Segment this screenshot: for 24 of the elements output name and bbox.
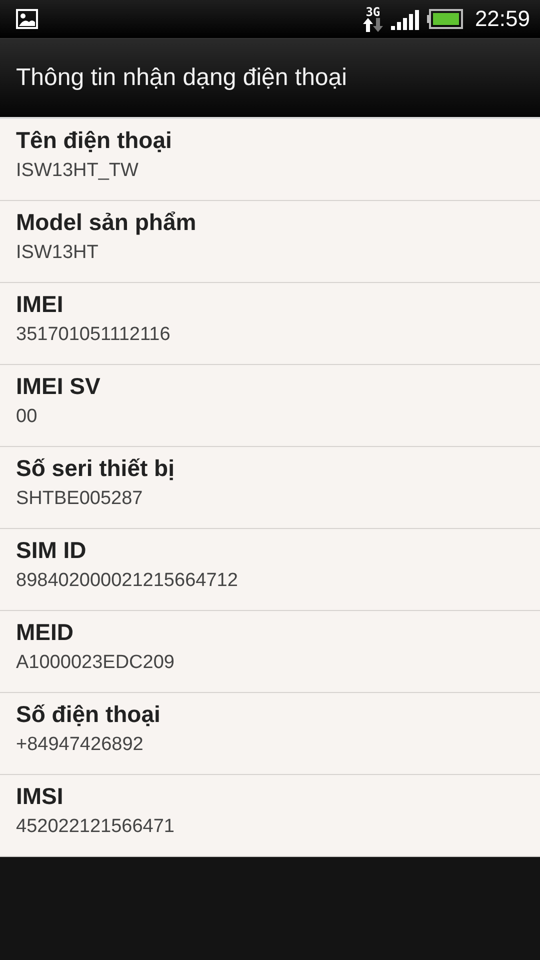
info-label: IMEI: [16, 291, 64, 318]
info-label: IMEI SV: [16, 373, 102, 400]
screen-title: Thông tin nhận dạng điện thoại: [16, 64, 347, 92]
info-label: MEID: [16, 619, 74, 646]
data-indicator: 3G: [362, 6, 383, 32]
info-value: 00: [16, 406, 38, 428]
signal-icon: [390, 8, 419, 30]
picture-icon: [16, 9, 38, 29]
battery-icon: [426, 9, 463, 29]
clock-time: 22:59: [474, 6, 530, 32]
info-value: ISW13HT_TW: [16, 160, 140, 182]
info-value: 898402000021215664712: [16, 570, 239, 592]
info-label: Tên điện thoại: [16, 127, 173, 154]
info-value: +84947426892: [16, 734, 144, 756]
info-label: IMSI: [16, 783, 64, 810]
info-label: Số điện thoại: [16, 701, 162, 728]
info-value: 452022121566471: [16, 816, 176, 838]
info-value: SHTBE005287: [16, 488, 144, 510]
info-value: ISW13HT: [16, 242, 100, 264]
info-value: 351701051112116: [16, 324, 172, 346]
info-label: Số seri thiết bị: [16, 455, 176, 482]
info-label: Model sản phẩm: [16, 209, 198, 236]
info-value: A1000023EDC209: [16, 652, 176, 674]
info-label: SIM ID: [16, 537, 88, 564]
